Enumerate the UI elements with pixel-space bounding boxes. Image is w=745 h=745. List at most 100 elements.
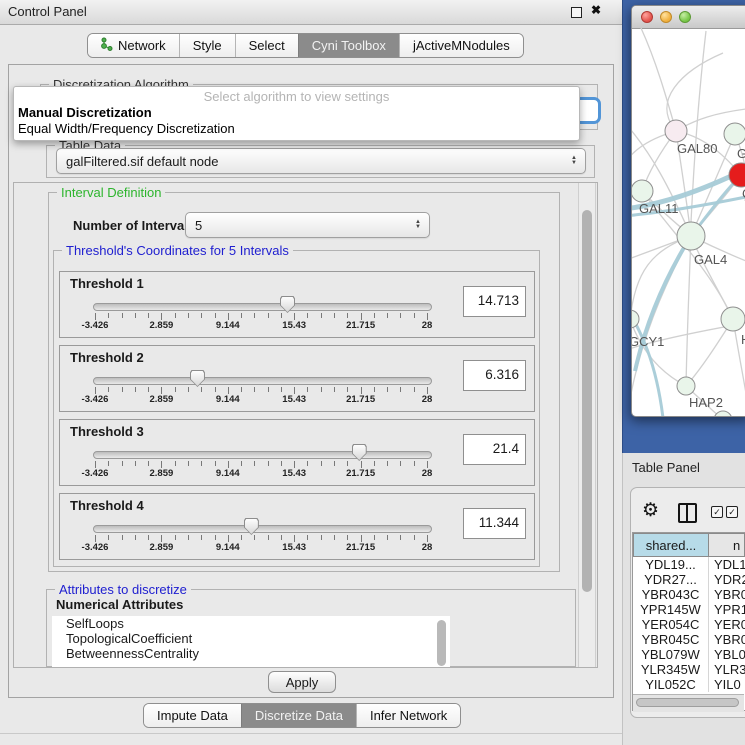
table-row[interactable]: YPR145WYPR1 <box>633 602 745 617</box>
combo-stepper-icon: ▲▼ <box>571 156 577 166</box>
tab-impute-data[interactable]: Impute Data <box>144 704 241 727</box>
table-row[interactable]: YER054CYER0 <box>633 617 745 632</box>
interval-definition-title: Interval Definition <box>57 185 165 200</box>
number-of-intervals-combo[interactable]: 5 ▲▼ <box>185 212 430 238</box>
attributes-group-title: Attributes to discretize <box>55 582 191 597</box>
tab-label: Select <box>249 38 285 53</box>
slider-ticks <box>95 387 427 394</box>
slider-tick-labels: -3.4262.8599.14415.4321.71528 <box>95 468 427 480</box>
network-window-titlebar[interactable] <box>632 6 745 29</box>
node-label: GAL4 <box>694 252 727 267</box>
cell-name[interactable]: YBR0 <box>709 587 745 602</box>
window-title: Control Panel <box>8 4 87 19</box>
combo-stepper-icon: ▲▼ <box>415 220 421 230</box>
cell-shared-name[interactable]: YLR345W <box>633 662 709 677</box>
node-gal80[interactable] <box>665 120 687 142</box>
cell-shared-name[interactable]: YBR043C <box>633 587 709 602</box>
cell-name[interactable]: YDL1 <box>709 557 745 572</box>
table-data-combo[interactable]: galFiltered.sif default node ▲▼ <box>56 148 586 174</box>
column-header-name[interactable]: n <box>709 533 745 557</box>
tab-cyni-toolbox[interactable]: Cyni Toolbox <box>298 34 399 57</box>
zoom-traffic-light-icon[interactable] <box>679 11 691 23</box>
table-row[interactable]: YDR27...YDR2 <box>633 572 745 587</box>
slider-ticks <box>95 535 427 542</box>
cell-name[interactable]: YDR2 <box>709 572 745 587</box>
cell-shared-name[interactable]: YIL052C <box>633 677 709 692</box>
slider-track[interactable] <box>93 377 432 385</box>
node-bottom[interactable] <box>714 411 732 416</box>
split-pane-icon[interactable] <box>678 503 697 523</box>
network-canvas[interactable]: GAL80GACGAL11GAL4GCY1HHAP2 <box>632 28 745 416</box>
cell-name[interactable]: YBR0 <box>709 632 745 647</box>
table-row[interactable]: YBR043CYBR0 <box>633 587 745 602</box>
attribute-list-item[interactable]: BetweennessCentrality <box>52 646 450 661</box>
slider-track[interactable] <box>93 303 432 311</box>
numerical-attributes-list[interactable]: SelfLoopsTopologicalCoefficientBetweenne… <box>52 616 450 667</box>
dropdown-item-manual[interactable]: Manual Discretization <box>18 105 575 121</box>
threshold-value-field[interactable]: 21.4 <box>463 434 526 465</box>
cell-name[interactable]: YBL0 <box>709 647 745 662</box>
float-window-icon[interactable] <box>571 7 582 18</box>
tab-discretize-data[interactable]: Discretize Data <box>241 704 356 727</box>
tab-jactivemnodules[interactable]: jActiveMNodules <box>399 34 523 57</box>
threshold-value-field[interactable]: 6.316 <box>463 360 526 391</box>
table-row[interactable]: YBR045CYBR0 <box>633 632 745 647</box>
node-label: GCY1 <box>632 334 664 349</box>
threshold-panel-4: Threshold 4-3.4262.8599.14415.4321.71528… <box>59 493 535 560</box>
threshold-label: Threshold 3 <box>70 424 144 439</box>
tab-infer-network[interactable]: Infer Network <box>356 704 460 727</box>
panel-bottom-divider <box>0 733 622 734</box>
gear-icon[interactable]: ⚙ <box>642 499 659 522</box>
minimize-traffic-light-icon[interactable] <box>660 11 672 23</box>
cell-name[interactable]: YIL0 <box>709 677 745 692</box>
table-row[interactable]: YDL19...YDL1 <box>633 557 745 572</box>
checkbox-icon[interactable]: ✓ <box>711 506 723 518</box>
threshold-value-field[interactable]: 14.713 <box>463 286 526 317</box>
attribute-list-item[interactable]: SelfLoops <box>52 616 450 631</box>
tab-label: Discretize Data <box>255 708 343 723</box>
cell-name[interactable]: YER0 <box>709 617 745 632</box>
dropdown-item-equal-width[interactable]: Equal Width/Frequency Discretization <box>18 121 575 137</box>
cell-shared-name[interactable]: YDR27... <box>633 572 709 587</box>
numerical-attributes-label: Numerical Attributes <box>56 597 183 612</box>
horizontal-scrollbar-thumb[interactable] <box>636 698 739 707</box>
number-of-intervals-value: 5 <box>195 218 202 233</box>
cell-shared-name[interactable]: YBL079W <box>633 647 709 662</box>
cell-shared-name[interactable]: YER054C <box>633 617 709 632</box>
column-header-shared-name[interactable]: shared... <box>633 533 709 557</box>
slider-tick-labels: -3.4262.8599.14415.4321.71528 <box>95 542 427 554</box>
attribute-list-item[interactable]: TopologicalCoefficient <box>52 631 450 646</box>
tab-network[interactable]: Network <box>88 34 179 57</box>
table-row[interactable]: YIL052CYIL0 <box>633 677 745 692</box>
vertical-scrollbar-thumb[interactable] <box>582 210 592 592</box>
slider-track[interactable] <box>93 451 432 459</box>
node-top-right[interactable] <box>724 123 745 145</box>
algorithm-dropdown-popup: Select algorithm to view settings Manual… <box>13 86 580 141</box>
cell-shared-name[interactable]: YDL19... <box>633 557 709 572</box>
tab-select[interactable]: Select <box>235 34 298 57</box>
cell-shared-name[interactable]: YBR045C <box>633 632 709 647</box>
threshold-value-field[interactable]: 11.344 <box>463 508 526 539</box>
node-gal4[interactable] <box>677 222 705 250</box>
dropdown-hint: Select algorithm to view settings <box>14 89 579 104</box>
node-right-mid[interactable] <box>721 307 745 331</box>
cell-shared-name[interactable]: YPR145W <box>633 602 709 617</box>
tab-label: Impute Data <box>157 708 228 723</box>
slider-track[interactable] <box>93 525 432 533</box>
node-hap2[interactable] <box>677 377 695 395</box>
node-label: HAP2 <box>689 395 723 410</box>
node-label: GA <box>737 146 745 161</box>
checkbox-icon[interactable]: ✓ <box>726 506 738 518</box>
attributes-list-scrollbar-thumb[interactable] <box>437 620 446 666</box>
close-traffic-light-icon[interactable] <box>641 11 653 23</box>
table-row[interactable]: YLR345WYLR3 <box>633 662 745 677</box>
table-row[interactable]: YBL079WYBL0 <box>633 647 745 662</box>
cell-name[interactable]: YLR3 <box>709 662 745 677</box>
apply-button[interactable]: Apply <box>268 671 336 693</box>
node-gal11[interactable] <box>632 180 653 202</box>
cell-name[interactable]: YPR1 <box>709 602 745 617</box>
close-icon[interactable]: ✖ <box>591 3 601 17</box>
node-label: H <box>741 332 745 347</box>
threshold-label: Threshold 2 <box>70 350 144 365</box>
tab-style[interactable]: Style <box>179 34 235 57</box>
